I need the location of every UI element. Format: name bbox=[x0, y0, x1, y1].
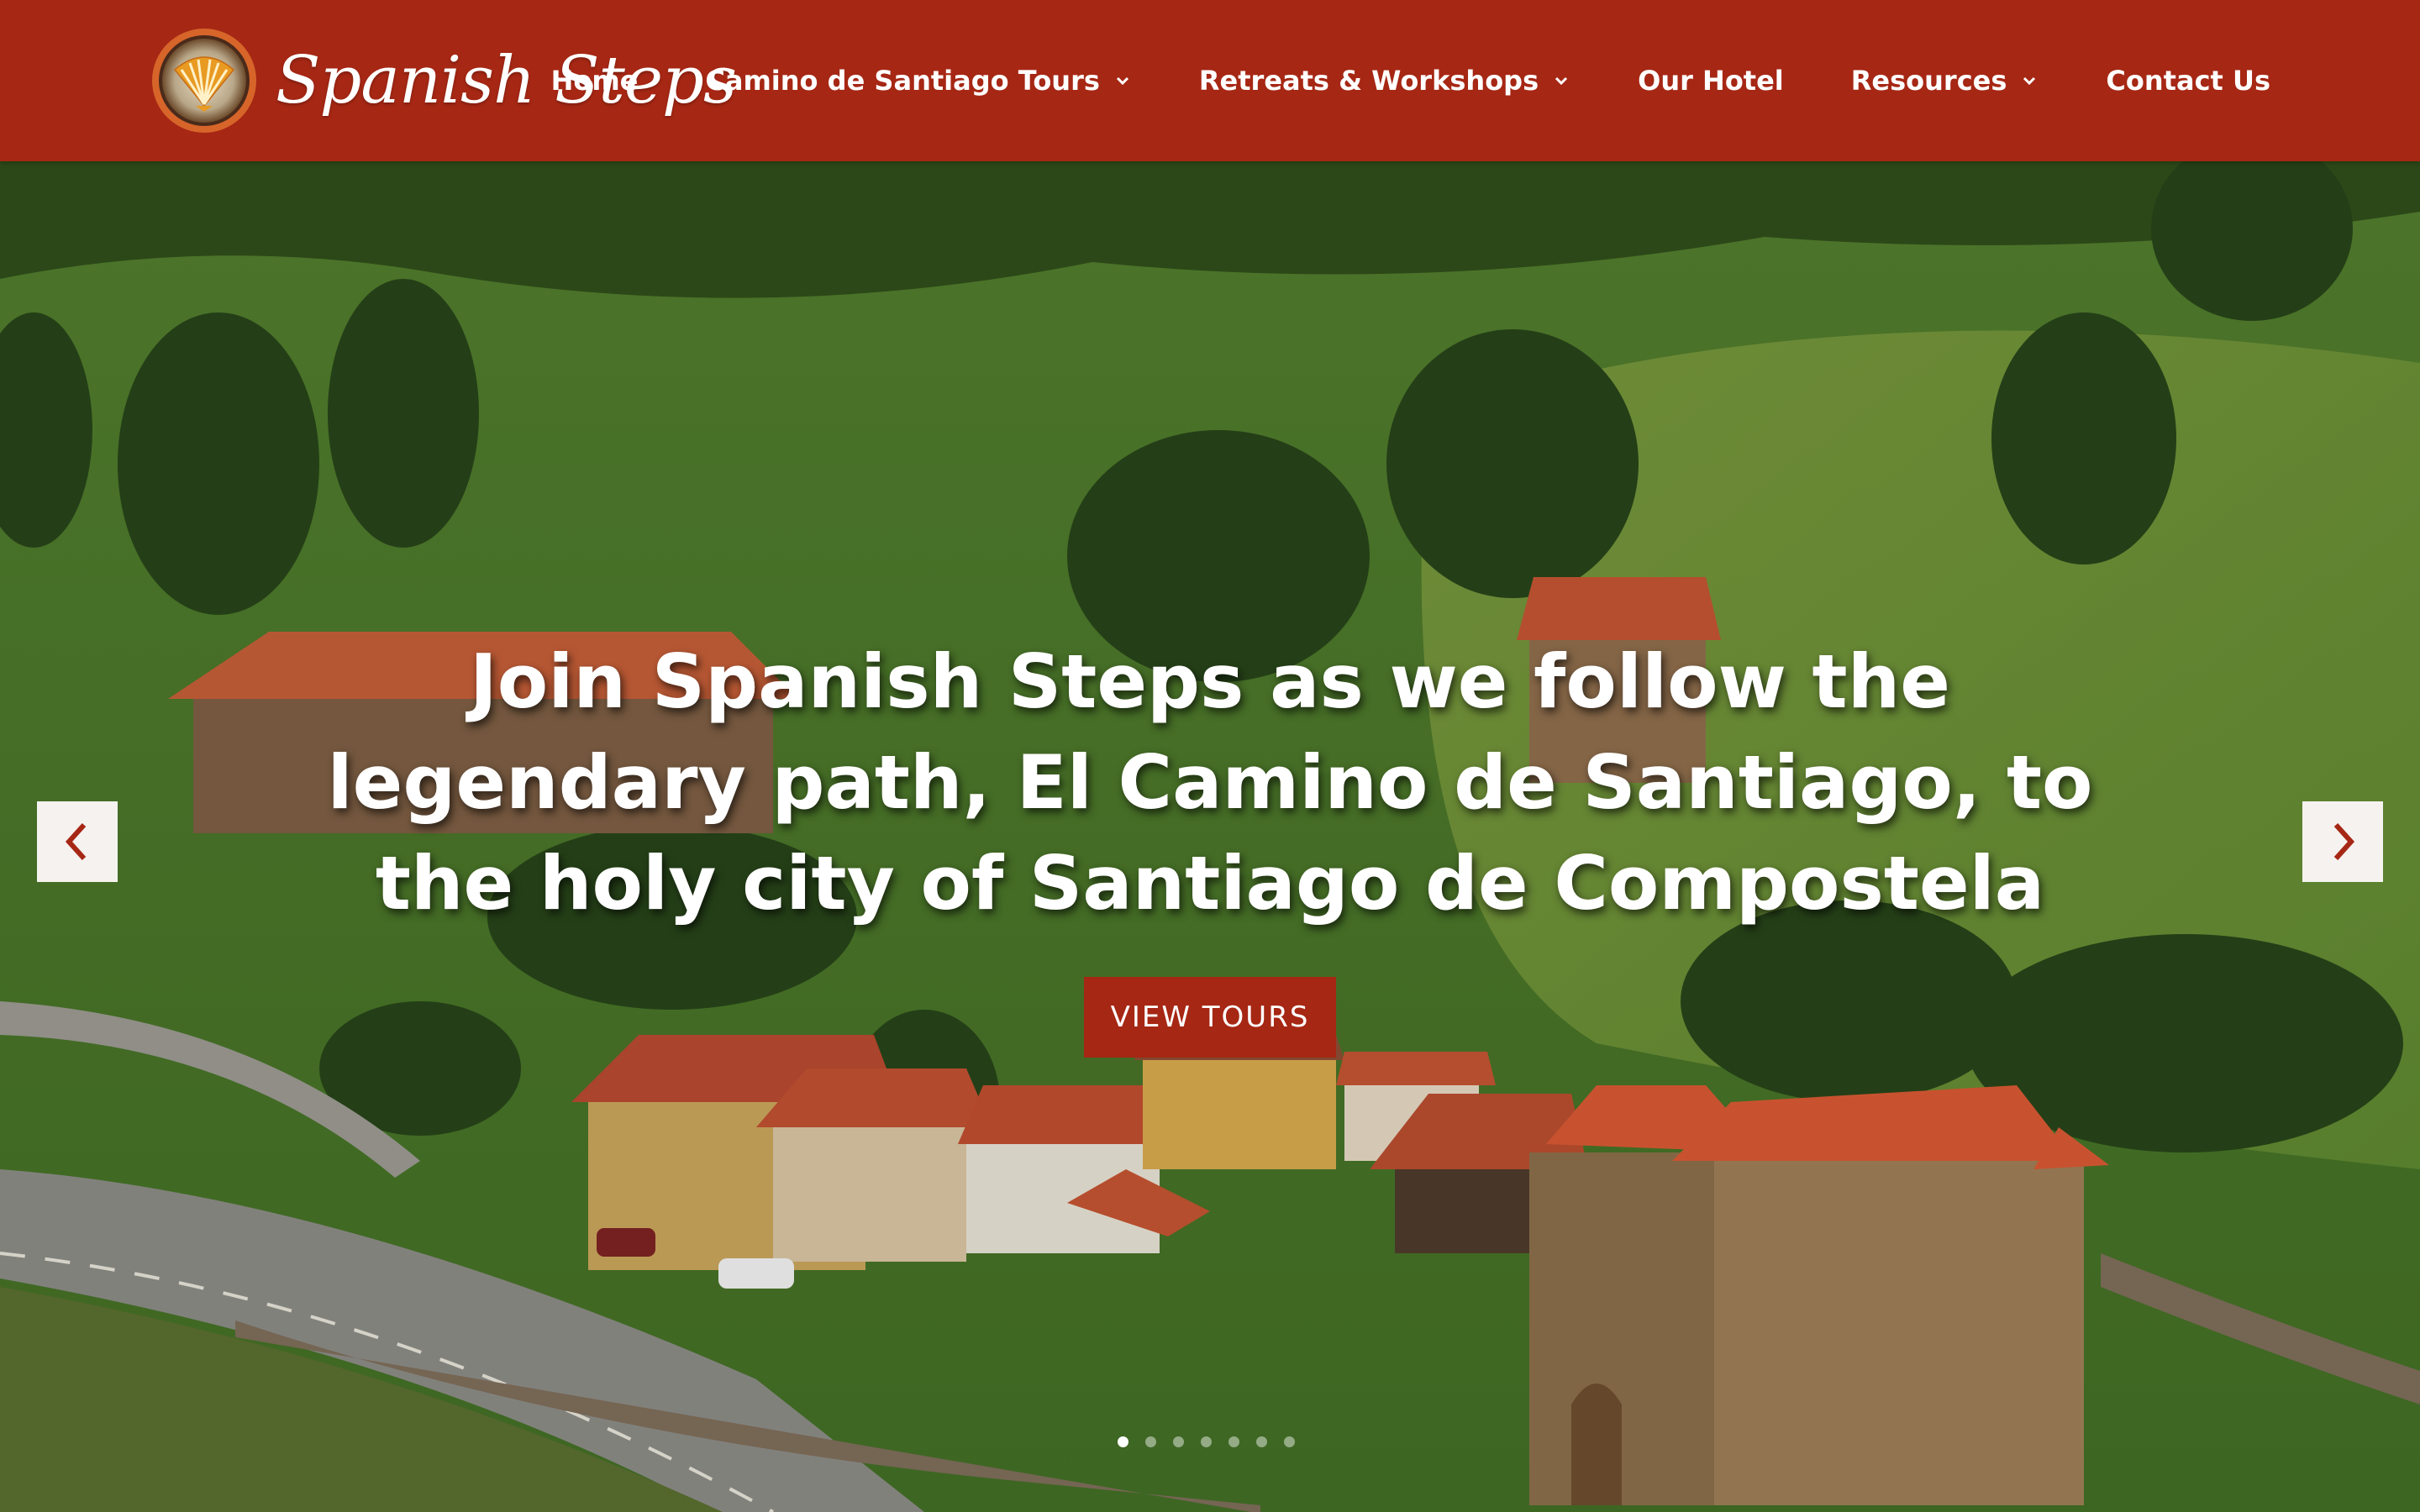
slider-dot[interactable] bbox=[1173, 1436, 1184, 1447]
nav-item-label: Resources bbox=[1850, 65, 2007, 97]
site-header: Spanish Steps Home Camino de Santiago To… bbox=[0, 0, 2420, 161]
scallop-shell-icon bbox=[152, 29, 256, 133]
slider-pagination bbox=[1109, 1436, 1303, 1447]
nav-item-label: Our Hotel bbox=[1638, 65, 1784, 97]
chevron-down-icon bbox=[1116, 76, 1128, 86]
chevron-down-icon bbox=[1555, 76, 1568, 86]
nav-item-resources[interactable]: Resources bbox=[1851, 65, 2039, 97]
nav-item-our-hotel[interactable]: Our Hotel bbox=[1638, 65, 1784, 97]
nav-item-retreats[interactable]: Retreats & Workshops bbox=[1199, 65, 1570, 97]
slider-dot[interactable] bbox=[1256, 1436, 1267, 1447]
hero-slider: Join Spanish Steps as we follow the lege… bbox=[0, 161, 2420, 1512]
slider-prev-button[interactable] bbox=[37, 801, 118, 882]
slider-next-button[interactable] bbox=[2302, 801, 2383, 882]
chevron-right-icon bbox=[2333, 822, 2355, 861]
nav-item-label: Retreats & Workshops bbox=[1198, 65, 1539, 97]
nav-item-label: Contact Us bbox=[2106, 65, 2270, 97]
chevron-down-icon bbox=[2023, 76, 2036, 86]
slider-dot[interactable] bbox=[1284, 1436, 1295, 1447]
nav-item-label: Home bbox=[550, 65, 639, 97]
view-tours-button[interactable]: VIEW TOURS bbox=[1084, 977, 1336, 1058]
nav-item-camino-tours[interactable]: Camino de Santiago Tours bbox=[705, 65, 1132, 97]
nav-item-label: Camino de Santiago Tours bbox=[705, 65, 1100, 97]
slider-dot[interactable] bbox=[1118, 1436, 1128, 1447]
main-navigation: Home Camino de Santiago Tours Retreats &… bbox=[551, 0, 2270, 161]
slider-dot[interactable] bbox=[1145, 1436, 1156, 1447]
nav-item-contact-us[interactable]: Contact Us bbox=[2106, 65, 2270, 97]
slider-dot[interactable] bbox=[1228, 1436, 1239, 1447]
nav-item-home[interactable]: Home bbox=[551, 65, 639, 97]
chevron-left-icon bbox=[65, 822, 87, 861]
hero-headline: Join Spanish Steps as we follow the lege… bbox=[327, 638, 2093, 927]
slider-dot[interactable] bbox=[1201, 1436, 1212, 1447]
